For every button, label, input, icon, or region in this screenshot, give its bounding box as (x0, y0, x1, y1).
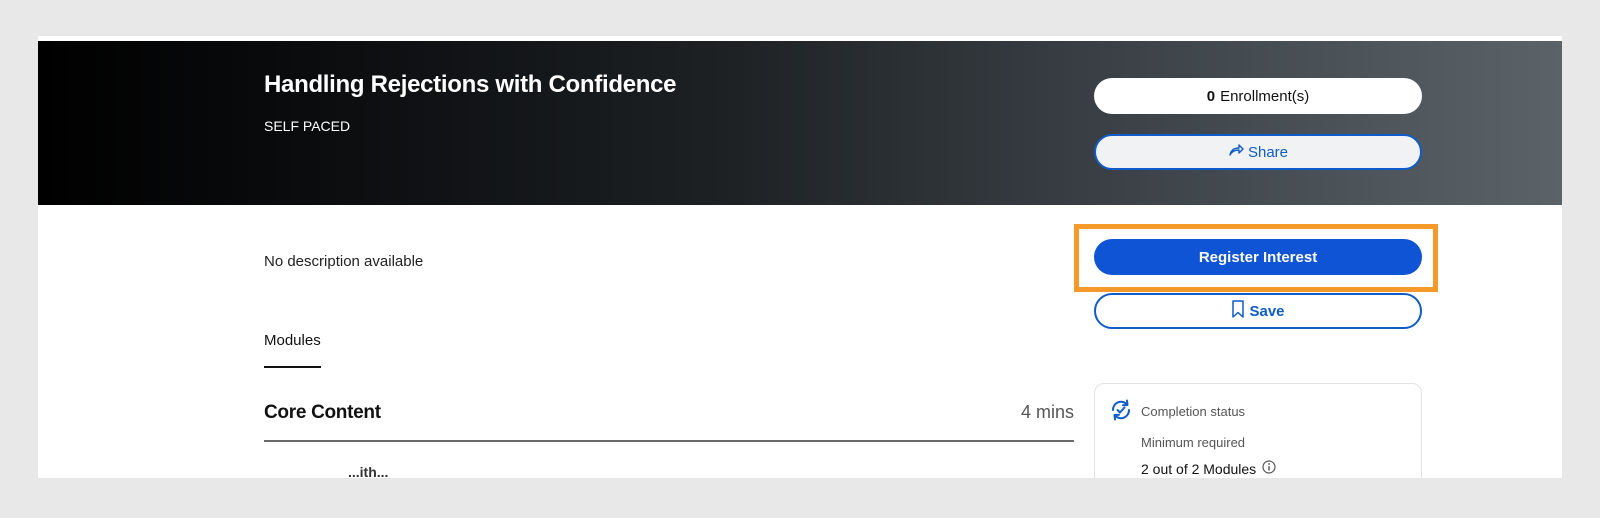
minimum-required-label: Minimum required (1141, 435, 1246, 450)
course-title: Handling Rejections with Confidence (264, 71, 677, 98)
sync-check-icon (1109, 398, 1133, 427)
course-hero-banner: Handling Rejections with Confidence SELF… (38, 41, 1562, 205)
tab-active-indicator (264, 366, 321, 368)
register-interest-label: Register Interest (1198, 248, 1318, 266)
course-description: No description available (264, 253, 424, 270)
bookmark-icon (1231, 300, 1249, 322)
save-button-label: Save (1249, 302, 1285, 320)
share-button-label: Share (1247, 143, 1289, 161)
minimum-required-text: 2 out of 2 Modules (1141, 460, 1257, 477)
section-duration: 4 mins (1020, 402, 1074, 422)
enrollment-count: 0 (1206, 87, 1216, 105)
course-type-label: SELF PACED (264, 118, 351, 134)
section-divider (264, 440, 1074, 442)
enrollment-count-pill: 0 Enrollment(s) (1094, 78, 1422, 114)
share-arrow-icon (1228, 143, 1248, 161)
section-title: Core Content (264, 402, 381, 423)
completion-status-label: Completion status (1141, 404, 1246, 419)
minimum-required-value: 2 out of 2 Modules (1141, 460, 1276, 477)
info-icon[interactable] (1262, 460, 1276, 477)
tab-modules[interactable]: Modules (264, 332, 321, 349)
share-button[interactable]: Share (1094, 134, 1422, 170)
course-page: Handling Rejections with Confidence SELF… (38, 36, 1562, 478)
register-interest-button[interactable]: Register Interest (1094, 239, 1422, 275)
module-item-partial[interactable]: ...ith... (348, 464, 388, 478)
completion-status-card: Completion status Minimum required 2 out… (1094, 383, 1422, 478)
enrollment-label: Enrollment(s) (1220, 87, 1310, 105)
save-button[interactable]: Save (1094, 293, 1422, 329)
